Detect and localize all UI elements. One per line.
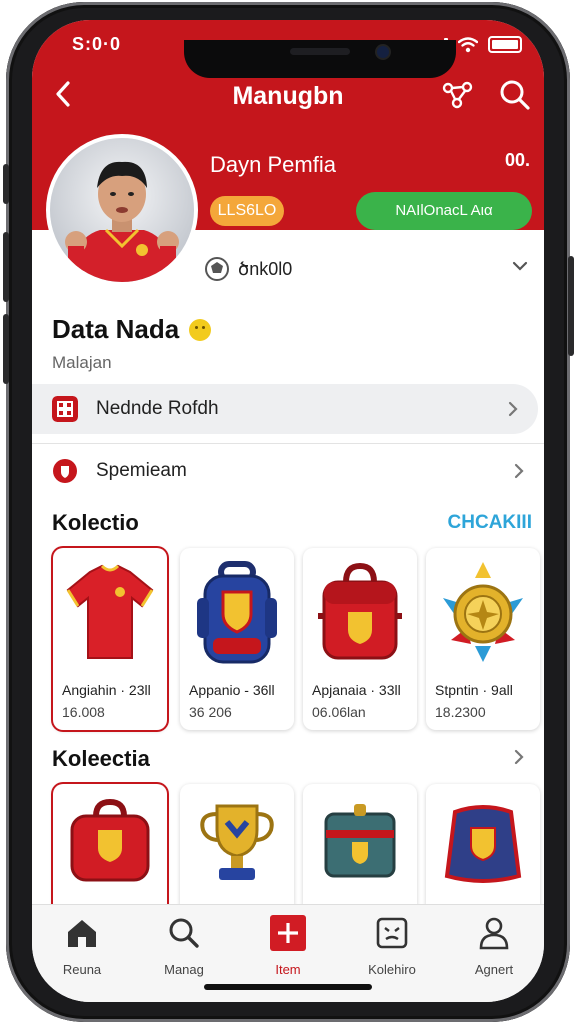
avatar[interactable] <box>46 134 198 286</box>
trophy-icon <box>200 804 274 880</box>
volume-down-button <box>3 314 9 384</box>
collection-card[interactable] <box>303 784 417 914</box>
profile-count: 00. <box>504 150 530 170</box>
location-text: Malajan <box>52 353 112 372</box>
screen: S:0·0 Manugbn Dayn Pemfia 00. LLS6LO ΝΑΙ… <box>32 20 544 1002</box>
bag-icon <box>318 562 402 660</box>
tab-collection[interactable]: Kolehiro <box>342 915 442 977</box>
search-icon[interactable] <box>498 78 532 112</box>
menu-item-label: Nednde Rofdh <box>96 398 219 419</box>
tab-label: Kolehiro <box>368 962 416 977</box>
divider <box>32 443 544 444</box>
player-photo <box>50 138 194 282</box>
collection-card[interactable]: Stpntin · 9all 18.2300 <box>426 548 540 730</box>
tab-label: Item <box>275 962 301 977</box>
notch <box>184 40 456 78</box>
display-name: Data Nada <box>52 314 180 344</box>
speaker <box>290 48 350 55</box>
tab-label: Reuna <box>62 962 102 977</box>
item-name: Appanio - 36ll <box>189 682 275 698</box>
collection-card[interactable]: Apjanaia · 33ll 06.06lan <box>303 548 417 730</box>
chevron-down-icon[interactable] <box>510 256 530 276</box>
pouch-icon <box>444 805 522 883</box>
profile-meta-text: ծnk0l0 <box>238 258 293 279</box>
power-button <box>568 256 574 356</box>
section-title-collection-2: Koleectia <box>52 746 150 771</box>
profile-name: Dayn Pemfia <box>210 152 336 177</box>
menu-item-premium[interactable]: Spemieam <box>32 446 544 496</box>
share-icon[interactable] <box>440 78 474 112</box>
wifi-icon <box>458 36 478 52</box>
section-title-collection: Kolectio <box>52 510 139 535</box>
grid-icon <box>52 396 78 422</box>
chest-icon <box>324 804 396 878</box>
mute-switch <box>3 164 9 204</box>
backpack-icon <box>197 561 277 664</box>
collection-card[interactable] <box>426 784 540 914</box>
chevron-right-icon <box>508 401 518 417</box>
item-name: Apjanaia · 33ll <box>312 682 401 698</box>
bag-icon <box>70 798 150 882</box>
display-name-row: Data Nada <box>52 314 212 345</box>
item-price: 16.008 <box>62 704 105 720</box>
volume-up-button <box>3 232 9 302</box>
menu-item-label: Spemieam <box>96 460 187 481</box>
chevron-right-icon <box>514 463 524 479</box>
search-icon <box>169 918 199 948</box>
tab-item[interactable]: Item <box>238 915 338 977</box>
collection-card[interactable]: Appanio - 36ll 36 206 <box>180 548 294 730</box>
ball-icon <box>205 257 229 281</box>
item-price: 18.2300 <box>435 704 486 720</box>
jersey-icon <box>66 564 154 659</box>
tab-search[interactable]: Manag <box>134 915 234 977</box>
tab-home[interactable]: Reuna <box>32 915 132 977</box>
item-name: Angiahin · 23ll <box>62 682 151 698</box>
chevron-right-icon[interactable] <box>510 748 528 766</box>
emoji-icon <box>189 318 212 341</box>
front-camera <box>377 46 389 58</box>
tab-label: Manag <box>164 962 204 977</box>
collection-card[interactable] <box>53 784 167 914</box>
item-price: 06.06lan <box>312 704 366 720</box>
battery-icon <box>488 36 522 53</box>
menu-item-profile[interactable]: Nednde Rofdh <box>32 384 538 434</box>
status-time: S:0·0 <box>72 34 122 54</box>
shield-icon <box>53 459 77 483</box>
collection-card[interactable]: Angiahin · 23ll 16.008 <box>53 548 167 730</box>
profile-action-button[interactable]: ΝΑΙlΟnacL Aια <box>356 192 532 230</box>
emblem-icon <box>443 562 523 662</box>
person-icon <box>479 917 509 950</box>
item-price: 36 206 <box>189 704 232 720</box>
tab-account[interactable]: Agnert <box>444 915 544 977</box>
tab-label: Agnert <box>474 962 514 977</box>
home-icon <box>68 920 96 947</box>
face-icon <box>376 917 408 949</box>
collection-card[interactable] <box>180 784 294 914</box>
profile-meta[interactable]: ծnk0l0 <box>204 256 292 282</box>
see-all-link[interactable]: CHCAKIII <box>448 512 532 534</box>
item-name: Stpntin · 9all <box>435 682 513 698</box>
level-badge: LLS6LO <box>210 196 284 226</box>
plus-icon <box>270 915 306 951</box>
home-indicator[interactable] <box>204 984 372 990</box>
